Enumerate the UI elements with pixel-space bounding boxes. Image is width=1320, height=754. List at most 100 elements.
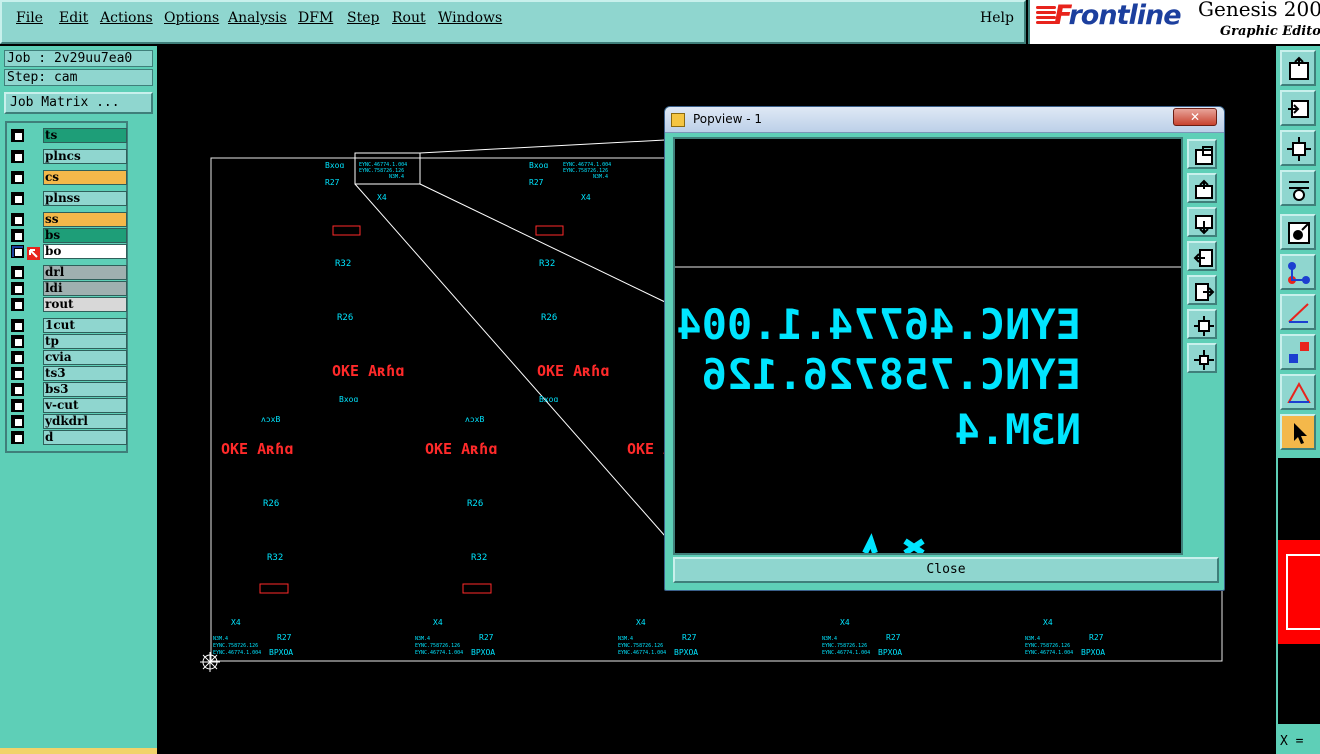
layer-row-ss[interactable]: ss: [9, 212, 127, 227]
layer-checkbox[interactable]: [11, 335, 24, 348]
pv-tool-zoom-left[interactable]: [1187, 241, 1217, 271]
tool-pointer[interactable]: [1280, 414, 1316, 450]
menu-file[interactable]: File: [16, 10, 43, 26]
pv-tool-zoom-home[interactable]: [1187, 173, 1217, 203]
layer-checkbox[interactable]: [11, 383, 24, 396]
layer-name: plncs: [43, 149, 127, 164]
pcb-column-1: Bxoɑ R27 X4 EYNC.46774.1.004 EYNC.758726…: [221, 161, 407, 594]
pv-tool-zoom-right[interactable]: [1187, 275, 1217, 305]
pcb-text: N3M.4: [415, 636, 430, 642]
job-matrix-button[interactable]: Job Matrix ...: [4, 92, 153, 114]
tool-zoom-fit[interactable]: [1280, 130, 1316, 166]
popview-drawing: EYNC.46774.1.004 EYNC.758726.126 N3M.4: [675, 266, 1181, 553]
layer-name: drl: [43, 265, 127, 280]
tool-triangle[interactable]: [1280, 374, 1316, 410]
layer-row-cs[interactable]: cs: [9, 170, 127, 185]
menu-dfm[interactable]: DFM: [298, 10, 333, 26]
layer-row-drl[interactable]: drl: [9, 265, 127, 280]
menu-analysis[interactable]: Analysis: [228, 10, 287, 26]
layer-row-tp[interactable]: tp: [9, 334, 127, 349]
tool-net[interactable]: [1280, 254, 1316, 290]
zoom-line-top: [419, 139, 666, 154]
logo-brand-rest: rontline: [1068, 0, 1181, 31]
pv-tool-zoom-box[interactable]: [1187, 139, 1217, 169]
layer-checkbox[interactable]: [11, 431, 24, 444]
menu-help[interactable]: Help: [980, 10, 1014, 26]
menu-windows[interactable]: Windows: [438, 10, 502, 26]
tool-line[interactable]: [1280, 294, 1316, 330]
zoom-in-icon: [1288, 100, 1309, 118]
menu-edit[interactable]: Edit: [59, 10, 88, 26]
layer-row-v-cut[interactable]: v-cut: [9, 398, 127, 413]
layer-row-cvia[interactable]: cvia: [9, 350, 127, 365]
pv-tool-zoom-fit[interactable]: [1187, 309, 1217, 339]
layer-name: tp: [43, 334, 127, 349]
pv-tool-zoom-down[interactable]: [1187, 207, 1217, 237]
layer-row-ldi[interactable]: ldi: [9, 281, 127, 296]
layer-checkbox[interactable]: [11, 282, 24, 295]
pv-tool-zoom-out[interactable]: [1187, 343, 1217, 373]
layer-checkbox[interactable]: [11, 266, 24, 279]
layer-row-1cut[interactable]: 1cut: [9, 318, 127, 333]
color-swatch[interactable]: [1278, 540, 1320, 644]
layer-checkbox[interactable]: [11, 129, 24, 142]
layer-name: bo: [43, 244, 127, 259]
layer-row-ydkdrl[interactable]: ydkdrl: [9, 414, 127, 429]
pcb-label: Bxoɑ: [529, 161, 548, 170]
layer-checkbox[interactable]: [11, 399, 24, 412]
menu-actions[interactable]: Actions: [100, 10, 153, 26]
layer-row-plnss[interactable]: plnss: [9, 191, 127, 206]
logo-brand: Frontline: [1054, 0, 1182, 31]
layer-row-bs[interactable]: bs: [9, 228, 127, 243]
pcb-text: EYNC.758726.126: [618, 643, 663, 649]
tool-select-feature[interactable]: [1280, 214, 1316, 250]
popview-close-button[interactable]: Close: [673, 557, 1219, 583]
popview-titlebar[interactable]: Popview - 1 ✕: [665, 107, 1224, 133]
zoom-box-icon: [1195, 146, 1213, 165]
pad-tool-icon: [1289, 342, 1309, 363]
menu-bar: File Edit Actions Options Analysis DFM S…: [0, 0, 1026, 44]
layer-checkbox[interactable]: [11, 171, 24, 184]
menu-options[interactable]: Options: [164, 10, 219, 26]
layer-row-ts[interactable]: ts: [9, 128, 127, 143]
pcb-pad: [332, 225, 361, 236]
tool-zoom-home[interactable]: [1280, 50, 1316, 86]
layer-row-plncs[interactable]: plncs: [9, 149, 127, 164]
layer-checkbox[interactable]: [11, 415, 24, 428]
pcb-logo-text: OKE Aʀɦɑ: [332, 362, 404, 380]
layer-checkbox[interactable]: [11, 367, 24, 380]
layer-row-d[interactable]: d: [9, 430, 127, 445]
layer-row-bo[interactable]: bo: [9, 244, 127, 260]
pcb-label: R32: [335, 259, 351, 269]
layer-checkbox[interactable]: [11, 150, 24, 163]
tool-measure[interactable]: [1280, 170, 1316, 206]
layer-checkbox[interactable]: [11, 319, 24, 332]
pcb-bottom-group: X4 R27 BPXOA N3M.4 EYNC.758726.126 EYNC.…: [1025, 618, 1105, 657]
layer-checkbox[interactable]: [11, 298, 24, 311]
popview-viewport[interactable]: EYNC.46774.1.004 EYNC.758726.126 N3M.4: [673, 137, 1183, 555]
pcb-bottom-group: X4 R27 BPXOA N3M.4 EYNC.758726.126 EYNC.…: [822, 618, 902, 657]
tool-pad[interactable]: [1280, 334, 1316, 370]
tool-zoom-in[interactable]: [1280, 90, 1316, 126]
pcb-label: X4: [231, 618, 241, 627]
left-panel-footer: [0, 748, 157, 754]
menu-rout[interactable]: Rout: [392, 10, 426, 26]
pcb-text: N3M.4: [213, 636, 228, 642]
layer-row-ts3[interactable]: ts3: [9, 366, 127, 381]
layer-checkbox[interactable]: [11, 245, 24, 258]
zoom-line-bottom: [354, 183, 666, 537]
pcb-label: X4: [636, 618, 646, 627]
layer-row-bs3[interactable]: bs3: [9, 382, 127, 397]
popview-close-icon[interactable]: ✕: [1173, 108, 1217, 126]
layer-checkbox[interactable]: [11, 351, 24, 364]
layer-checkbox[interactable]: [11, 192, 24, 205]
pcb-text: N3M.4: [822, 636, 837, 642]
menu-step[interactable]: Step: [347, 10, 379, 26]
pcb-pad: [259, 583, 289, 594]
layer-checkbox[interactable]: [11, 213, 24, 226]
layer-checkbox[interactable]: [11, 229, 24, 242]
pcb-label: BPXOA: [878, 648, 902, 657]
coordinate-readout: X =: [1280, 734, 1304, 749]
layer-row-rout[interactable]: rout: [9, 297, 127, 312]
zoom-right-icon: [1195, 283, 1215, 301]
